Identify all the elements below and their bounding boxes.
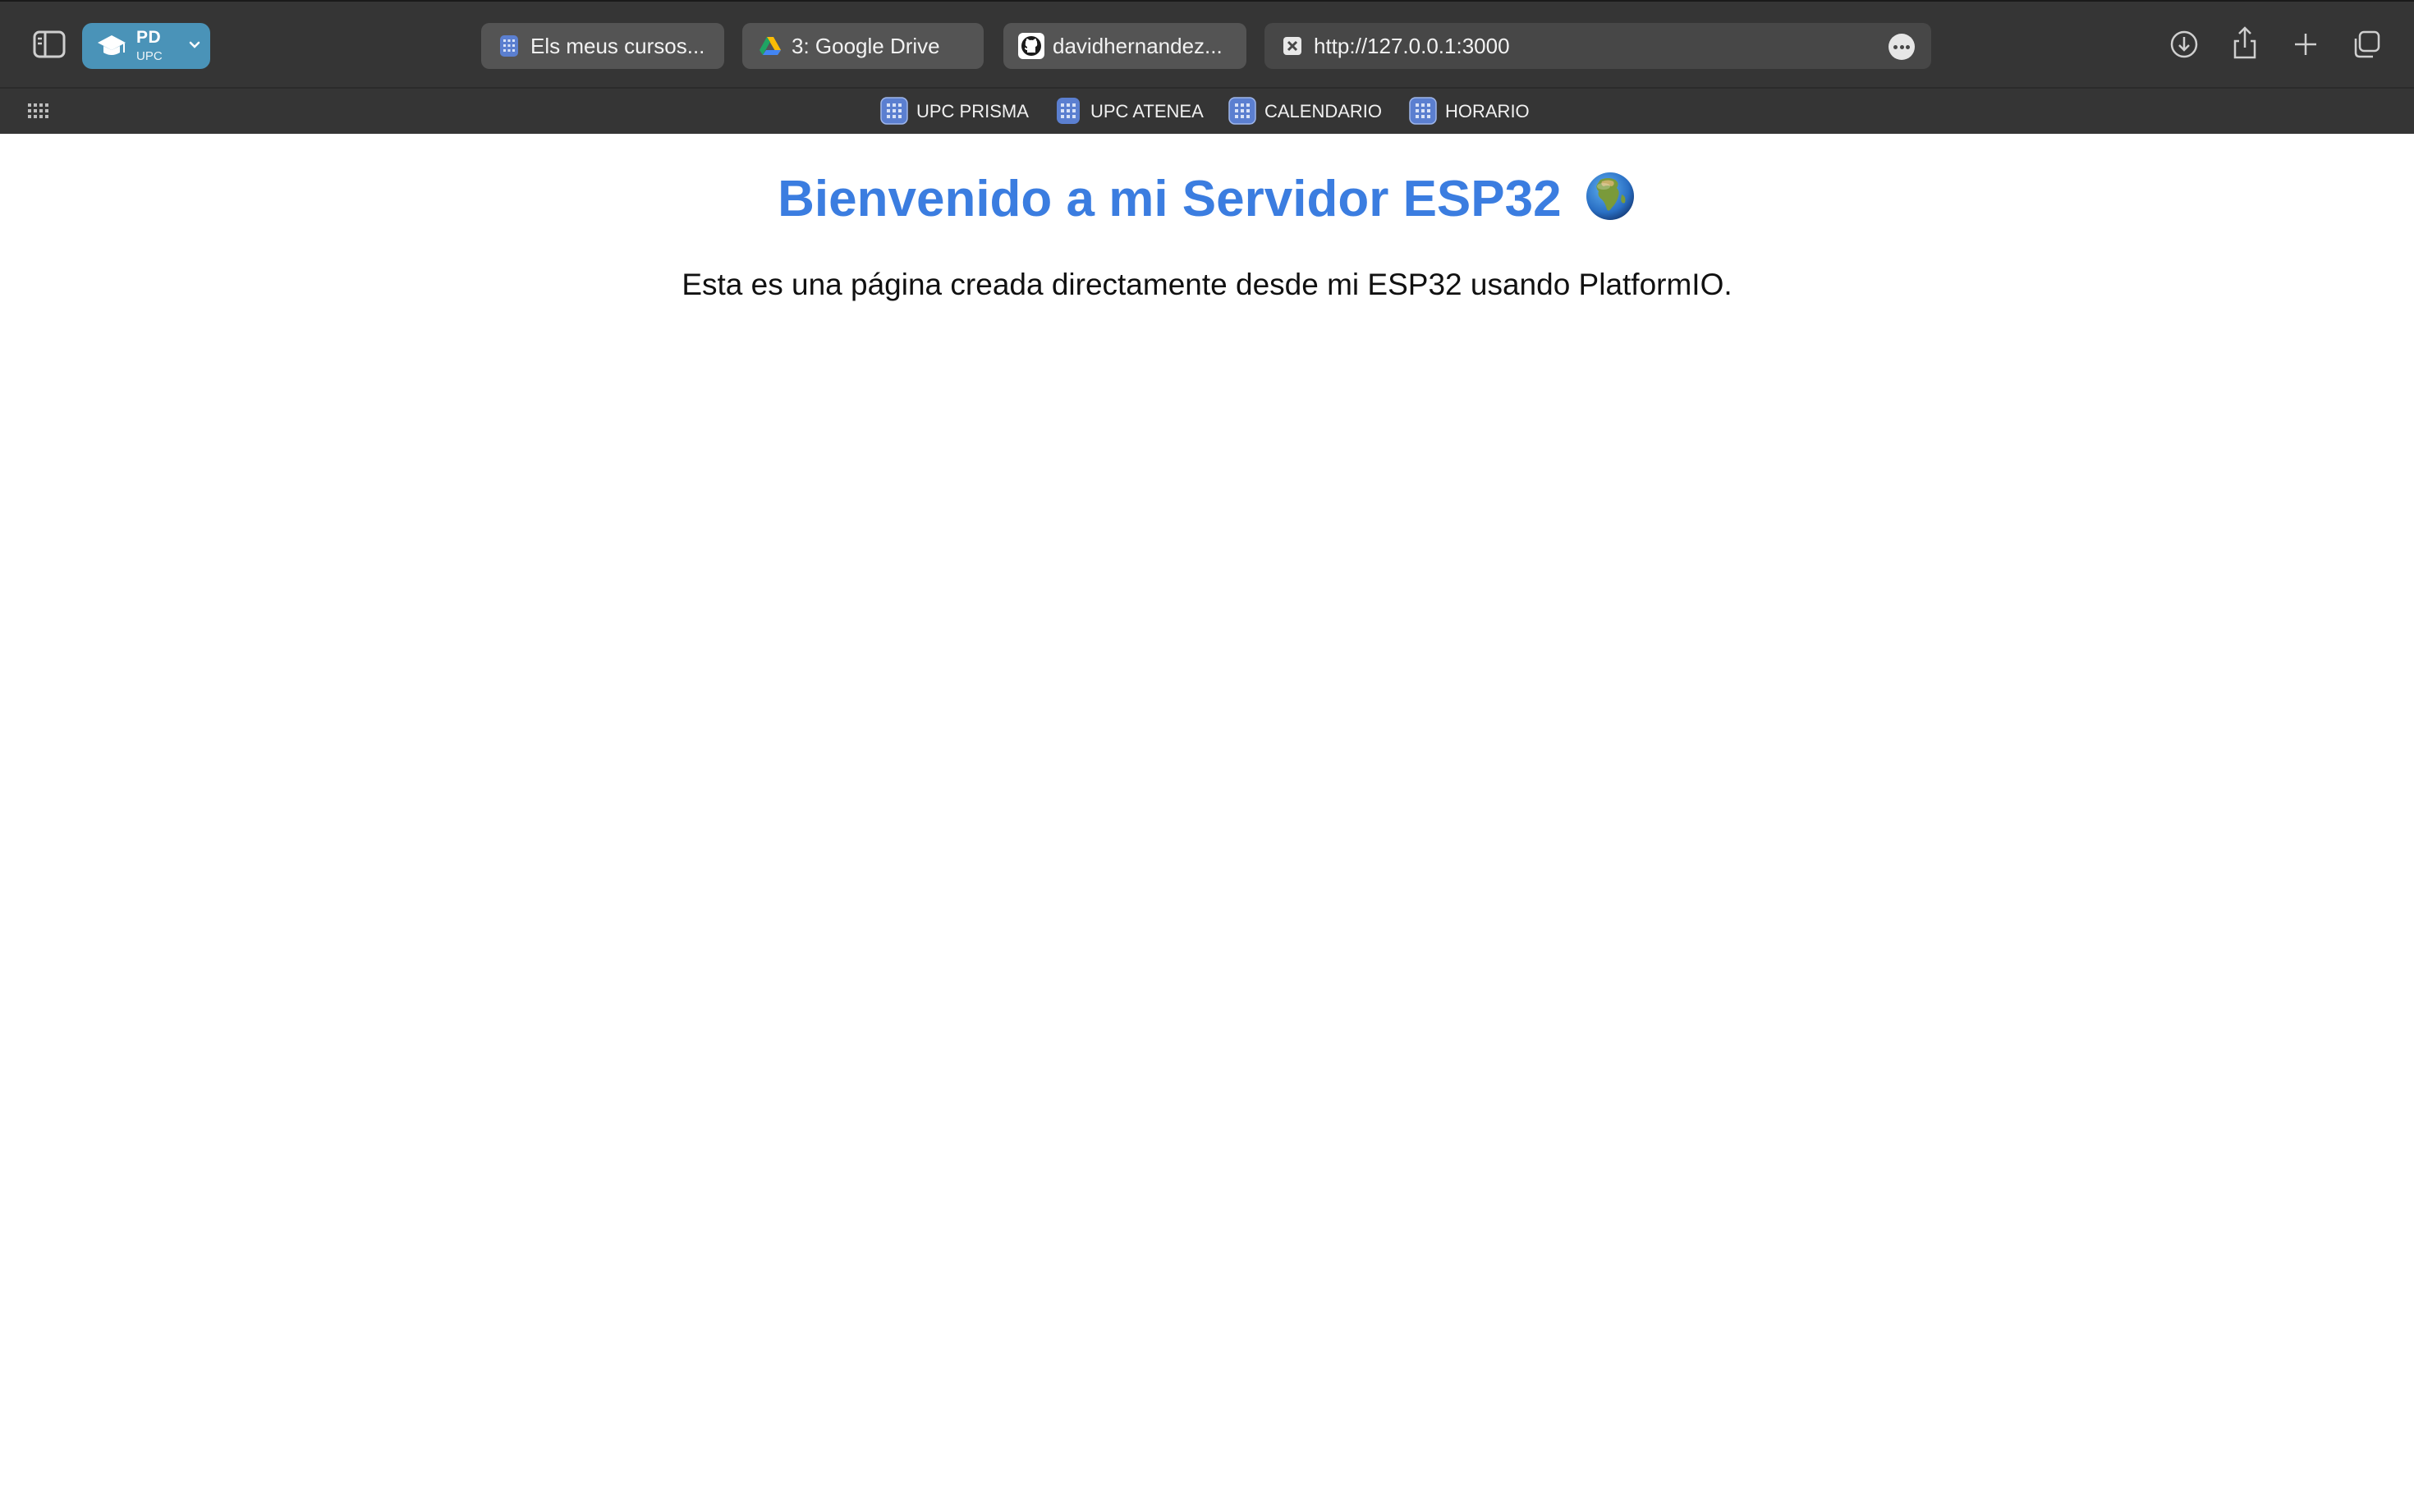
- tab-title: davidhernandez...: [1053, 34, 1223, 58]
- downloads-icon[interactable]: [2168, 28, 2201, 61]
- page-paragraph: Esta es una página creada directamente d…: [682, 268, 1732, 301]
- graduation-cap-icon: [97, 33, 126, 59]
- bookmark-label: UPC PRISMA: [916, 101, 1029, 121]
- tab-google-drive[interactable]: 3: Google Drive: [742, 23, 984, 69]
- more-options-icon[interactable]: [1889, 34, 1915, 60]
- tab-title: Els meus cursos...: [530, 34, 705, 58]
- site-grid-icon: [880, 97, 908, 125]
- bookmark-upc-atenea[interactable]: UPC ATENEA: [1054, 97, 1210, 125]
- globe-africa-icon: [1584, 170, 1636, 222]
- google-drive-icon: [759, 34, 782, 57]
- site-grid-icon: [498, 34, 521, 57]
- site-grid-icon: [1409, 97, 1437, 125]
- site-grid-icon: [1228, 97, 1256, 125]
- tab-title: 3: Google Drive: [792, 34, 940, 58]
- close-tab-icon[interactable]: [1281, 34, 1304, 57]
- profile-switcher[interactable]: PD UPC: [82, 23, 210, 69]
- apps-grid-icon[interactable]: [28, 103, 49, 118]
- page-title: Bienvenido a mi Servidor ESP32: [0, 170, 2414, 228]
- bookmark-label: HORARIO: [1445, 101, 1530, 121]
- bookmark-upc-prisma[interactable]: UPC PRISMA: [880, 97, 1036, 125]
- toolbar-divider: [0, 87, 2414, 89]
- tab-els-meus-cursos[interactable]: Els meus cursos...: [481, 23, 724, 69]
- bookmark-label: CALENDARIO: [1264, 101, 1383, 121]
- profile-subtitle: UPC: [136, 49, 163, 63]
- page-title-text: Bienvenido a mi Servidor ESP32: [778, 171, 1562, 227]
- tab-localhost-address[interactable]: http://127.0.0.1:3000: [1264, 23, 1931, 69]
- bookmark-label: UPC ATENEA: [1090, 101, 1204, 121]
- bookmark-horario[interactable]: HORARIO: [1409, 97, 1540, 125]
- new-tab-icon[interactable]: [2289, 28, 2322, 61]
- tab-github[interactable]: davidhernandez...: [1003, 23, 1246, 69]
- tab-overview-icon[interactable]: [2350, 28, 2383, 61]
- github-icon: [1018, 33, 1044, 59]
- share-icon[interactable]: [2228, 25, 2261, 59]
- sidebar-toggle-icon[interactable]: [33, 30, 66, 59]
- web-page-content: Bienvenido a mi Servidor ESP32 Esta es u…: [0, 134, 2414, 1512]
- browser-toolbar: PD UPC Els meus cursos... 3: Google Driv…: [0, 0, 2414, 134]
- site-grid-icon: [1054, 97, 1082, 125]
- profile-name: PD: [136, 28, 162, 47]
- bookmark-calendario[interactable]: CALENDARIO: [1228, 97, 1393, 125]
- address-bar-url[interactable]: http://127.0.0.1:3000: [1314, 34, 1510, 59]
- chevron-down-icon: [187, 38, 202, 53]
